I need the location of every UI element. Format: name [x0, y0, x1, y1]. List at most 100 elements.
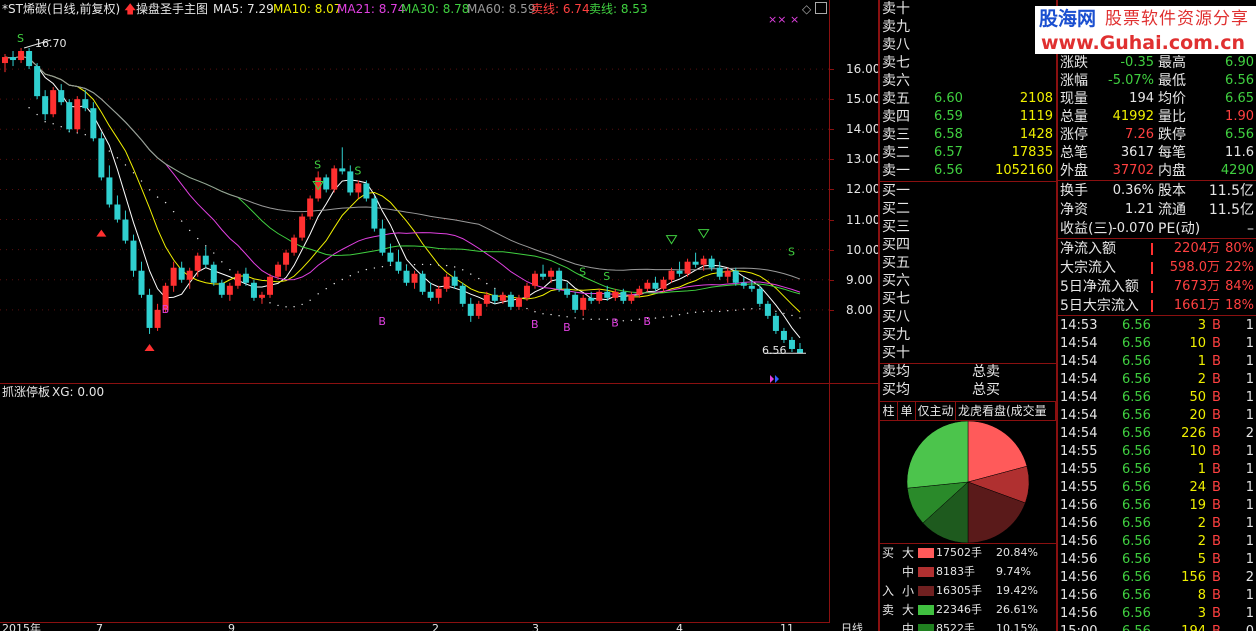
- tick-row[interactable]: 14:54 6.56 10 B 1: [1058, 335, 1256, 353]
- buy-level-row[interactable]: 买七: [880, 290, 1055, 308]
- tick-price: 6.56: [1122, 372, 1151, 387]
- sell-level-row[interactable]: 卖十: [880, 0, 1055, 18]
- price-tick-mark: [830, 249, 834, 251]
- buy-level-label: 买三: [882, 219, 910, 235]
- quote-value: 6.56: [1225, 73, 1254, 88]
- buy-level-row[interactable]: 买二: [880, 200, 1055, 218]
- main-chart[interactable]: *ST烯碳(日线,前复权) 🡅 操盘圣手主图 MA5: 7.29 MA10: 8.…: [0, 0, 880, 383]
- fundamental-value: 11.5亿: [1208, 183, 1254, 199]
- support-dot: [791, 314, 793, 317]
- support-dot: [526, 307, 528, 310]
- tab-bar-chart[interactable]: 柱: [880, 402, 898, 420]
- tick-row[interactable]: 14:54 6.56 226 B 2: [1058, 425, 1256, 443]
- buy-level-row[interactable]: 买八: [880, 308, 1055, 326]
- order-book: 卖十 卖九 卖八 卖七 卖六 卖五 6.60 2108 卖四 6.59 1119 卖三 6.58 1428…: [880, 0, 1056, 402]
- tick-row[interactable]: 14:56 6.56 2 B 1: [1058, 533, 1256, 551]
- sub-chart[interactable]: 抓涨停板 XG: 0.00: [0, 384, 829, 623]
- support-dot: [301, 303, 303, 306]
- support-dot: [317, 293, 319, 295]
- tick-row[interactable]: 14:55 6.56 24 B 1: [1058, 479, 1256, 497]
- tab-dragon-tiger[interactable]: 龙虎看盘(成交量统: [956, 402, 1056, 420]
- flow-percent: 18%: [1225, 298, 1254, 313]
- tick-side: B: [1212, 462, 1221, 477]
- candle-body: [146, 294, 153, 328]
- candlestick-chart[interactable]: 16.70 6.56 S S S S S S B B B B B B: [0, 0, 830, 383]
- support-dot: [775, 310, 777, 313]
- sell-level-row[interactable]: 卖九: [880, 18, 1055, 36]
- support-dot: [702, 310, 705, 313]
- buy-level-row[interactable]: 买五: [880, 254, 1055, 272]
- fundamental-label: 净资: [1060, 202, 1088, 218]
- buy-level-row[interactable]: 买一: [880, 182, 1055, 200]
- tick-side: B: [1212, 318, 1221, 333]
- tick-row[interactable]: 14:53 6.56 3 B 1: [1058, 317, 1256, 335]
- tab-single[interactable]: 单: [898, 402, 916, 420]
- sell-level-row[interactable]: 卖六: [880, 72, 1055, 90]
- sell-level-row[interactable]: 卖七: [880, 54, 1055, 72]
- buy-level-row[interactable]: 买九: [880, 326, 1055, 344]
- tick-volume: 226: [1181, 426, 1206, 441]
- tick-time: 14:55: [1060, 444, 1098, 459]
- tick-row[interactable]: 14:54 6.56 2 B 1: [1058, 371, 1256, 389]
- quote-label: 最低: [1158, 73, 1186, 89]
- tick-row[interactable]: 14:54 6.56 20 B 1: [1058, 407, 1256, 425]
- quote-label: 每笔: [1158, 145, 1186, 161]
- tick-row[interactable]: 14:56 6.56 19 B 1: [1058, 497, 1256, 515]
- tick-side: B: [1212, 516, 1221, 531]
- candle-body: [186, 270, 193, 280]
- quote-label: 量比: [1158, 109, 1186, 125]
- tick-row[interactable]: 14:55 6.56 1 B 1: [1058, 461, 1256, 479]
- tick-price: 6.56: [1122, 462, 1151, 477]
- tick-time: 14:54: [1060, 336, 1098, 351]
- candle-body: [10, 57, 17, 61]
- sell-level-volume: 1428: [1019, 127, 1053, 142]
- support-dot: [349, 275, 352, 277]
- candle-body: [323, 177, 330, 190]
- support-dot: [470, 273, 472, 275]
- tick-row[interactable]: 14:56 6.56 8 B 1: [1058, 587, 1256, 605]
- buy-level-row[interactable]: 买六: [880, 272, 1055, 290]
- candle-body: [532, 273, 538, 286]
- tick-price: 6.56: [1122, 498, 1151, 513]
- tick-row[interactable]: 14:55 6.56 10 B 1: [1058, 443, 1256, 461]
- tick-row[interactable]: 14:56 6.56 5 B 1: [1058, 551, 1256, 569]
- sell-level-row[interactable]: 卖三 6.58 1428: [880, 126, 1055, 144]
- buy-level-row[interactable]: 买三: [880, 218, 1055, 236]
- sell-level-row[interactable]: 卖四 6.59 1119: [880, 108, 1055, 126]
- candle-body: [491, 294, 498, 301]
- flow-value: 2204万: [1173, 241, 1220, 256]
- tick-row[interactable]: 14:56 6.56 3 B 1: [1058, 605, 1256, 623]
- buy-level-row[interactable]: 买四: [880, 236, 1055, 254]
- tick-row[interactable]: 14:56 6.56 2 B 1: [1058, 515, 1256, 533]
- sell-level-price: 6.57: [934, 145, 963, 160]
- sell-level-row[interactable]: 卖五 6.60 2108: [880, 90, 1055, 108]
- pie-legend-row: 卖大 22346手 26.61%: [880, 601, 1056, 619]
- tick-time: 14:56: [1060, 552, 1098, 567]
- period-tab[interactable]: 日线: [841, 623, 863, 631]
- buy-level-label: 买九: [882, 327, 910, 343]
- watermark-logo: 股海网 股票软件资源分享 www.Guhai.com.cn: [1035, 6, 1256, 54]
- sell-level-row[interactable]: 卖八: [880, 36, 1055, 54]
- support-dot: [718, 310, 721, 313]
- tick-side: B: [1212, 408, 1221, 423]
- tick-row[interactable]: 15:00 6.56 194 B 0: [1058, 623, 1256, 631]
- price-axis: 16.00 15.00 14.00 13.00 12.00 11.00 10.00 9.00 8…: [830, 0, 880, 383]
- tick-row[interactable]: 14:54 6.56 1 B 1: [1058, 353, 1256, 371]
- tick-row[interactable]: 14:56 6.56 156 B 2: [1058, 569, 1256, 587]
- tick-price: 6.56: [1122, 426, 1151, 441]
- tab-active-only[interactable]: 仅主动: [916, 402, 956, 420]
- support-dot: [277, 304, 279, 307]
- sell-level-row[interactable]: 卖一 6.56 1052160: [880, 162, 1055, 180]
- pie-legend-row: 中 8183手 9.74%: [880, 563, 1056, 581]
- candle-body: [82, 99, 89, 109]
- sell-level-row[interactable]: 卖二 6.57 17835: [880, 144, 1055, 162]
- flow-value: 7673万: [1173, 279, 1220, 294]
- legend-side: 买: [882, 546, 895, 560]
- tick-side: B: [1212, 534, 1221, 549]
- buy-level-row[interactable]: 买十: [880, 344, 1055, 362]
- quote-label: 涨跌: [1060, 55, 1088, 71]
- quote-value: 41992: [1112, 109, 1154, 124]
- tick-row[interactable]: 14:54 6.56 50 B 1: [1058, 389, 1256, 407]
- support-dot: [590, 318, 592, 321]
- tick-price: 6.56: [1122, 606, 1151, 621]
